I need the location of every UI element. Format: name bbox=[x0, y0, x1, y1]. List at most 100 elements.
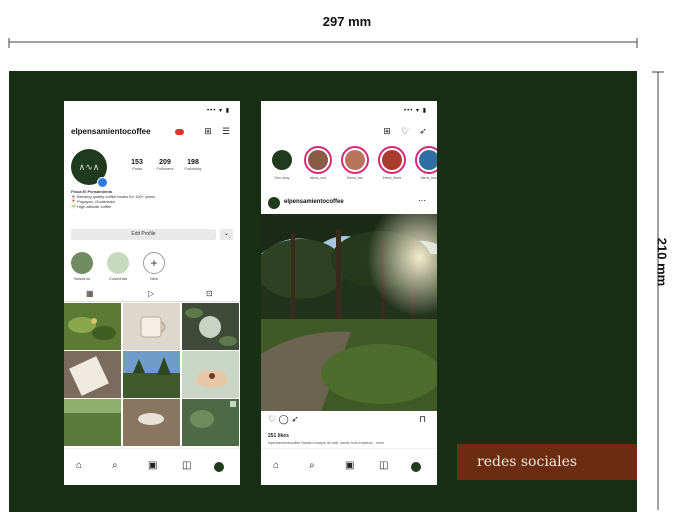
status-bar: ••• ▾ ▮ bbox=[404, 108, 427, 114]
bookmark-icon[interactable]: ⊓ bbox=[419, 414, 426, 425]
edit-profile-button[interactable]: Edit Profile bbox=[71, 229, 216, 240]
reels-icon[interactable]: ▣ bbox=[345, 460, 354, 471]
width-dimension: 297 mm bbox=[0, 0, 694, 50]
story-label: friend_three bbox=[382, 176, 402, 180]
stat-followers-label: Followers bbox=[156, 166, 174, 171]
story-avatar bbox=[419, 150, 437, 170]
story-ring bbox=[415, 146, 437, 174]
stat-following-value: 198 bbox=[187, 159, 199, 166]
status-bar: ••• ▾ ▮ bbox=[207, 108, 230, 114]
highlight-new[interactable]: + New bbox=[142, 252, 166, 281]
stat-followers[interactable]: 209 Followers bbox=[151, 159, 179, 171]
tagged-icon[interactable]: ⊡ bbox=[206, 289, 213, 298]
story-ring bbox=[378, 146, 406, 174]
story-avatar bbox=[382, 150, 402, 170]
post-username[interactable]: elpensamientocoffee bbox=[284, 199, 344, 205]
bio-line: 🌱 High altitude coffee bbox=[71, 204, 112, 209]
grid-icon[interactable]: ▦ bbox=[86, 289, 94, 298]
send-icon[interactable]: ➶ bbox=[291, 414, 299, 424]
home-icon[interactable]: ⌂ bbox=[273, 460, 279, 471]
grid-post-mug[interactable] bbox=[123, 303, 180, 350]
stat-posts-value: 153 bbox=[131, 159, 143, 166]
feed-phone-screen: ••• ▾ ▮ ⊞ ♡ ➶ Your story friend_one frie… bbox=[261, 101, 437, 485]
post-caption: elpensamientocoffee Nuestro bosque de ca… bbox=[268, 441, 384, 445]
profile-icon[interactable] bbox=[411, 462, 421, 472]
send-icon[interactable]: ➶ bbox=[418, 126, 428, 136]
grid-post-cup[interactable] bbox=[123, 399, 180, 446]
post-avatar[interactable] bbox=[268, 197, 280, 209]
story-label: friend_two bbox=[346, 176, 364, 180]
story-label: friend_one bbox=[309, 176, 327, 180]
reels-icon[interactable]: ▷ bbox=[148, 289, 154, 298]
post-photo-forest[interactable] bbox=[261, 214, 437, 411]
add-story-icon[interactable] bbox=[97, 177, 108, 188]
highlight-cover bbox=[107, 252, 129, 274]
highlight-label: Cosechas bbox=[109, 276, 127, 281]
home-icon[interactable]: ⌂ bbox=[76, 460, 82, 471]
post-grid bbox=[64, 303, 240, 447]
story-label: friend_four bbox=[420, 176, 437, 180]
more-options-icon[interactable]: ⋯ bbox=[418, 196, 426, 205]
section-label: redes sociales bbox=[477, 454, 578, 470]
highlight-label: Nosotros bbox=[73, 276, 90, 281]
post-actions: ♡ ◯ ➶ bbox=[268, 414, 299, 425]
grid-post-forest[interactable] bbox=[123, 351, 180, 398]
highlight-label: New bbox=[149, 276, 158, 281]
story-avatar bbox=[308, 150, 328, 170]
stat-posts[interactable]: 153 Posts bbox=[123, 159, 151, 171]
stat-followers-value: 209 bbox=[159, 159, 171, 166]
post-likes[interactable]: 251 likes bbox=[268, 433, 289, 439]
story-ring bbox=[268, 146, 296, 174]
stat-posts-label: Posts bbox=[131, 166, 142, 171]
plus-icon: + bbox=[143, 252, 165, 274]
stat-following[interactable]: 198 Following bbox=[179, 159, 207, 171]
shop-icon[interactable]: ◫ bbox=[182, 460, 191, 471]
highlight-cosechas[interactable]: Cosechas bbox=[106, 252, 130, 281]
grid-post-field[interactable] bbox=[64, 399, 121, 446]
bottom-nav: ⌂ ⌕ ▣ ◫ bbox=[261, 448, 437, 485]
bottom-nav: ⌂ ⌕ ▣ ◫ bbox=[64, 448, 240, 485]
height-dimension bbox=[646, 70, 694, 512]
shop-icon[interactable]: ◫ bbox=[379, 460, 388, 471]
comment-icon[interactable]: ◯ bbox=[279, 414, 289, 424]
grid-post-paper-bag[interactable] bbox=[64, 351, 121, 398]
section-label-box: redes sociales bbox=[457, 444, 637, 480]
grid-post-leaves[interactable] bbox=[182, 303, 239, 350]
story-label: Your story bbox=[274, 176, 290, 180]
width-dimension-line bbox=[8, 38, 638, 48]
heart-icon[interactable]: ♡ bbox=[400, 126, 410, 136]
grid-post-hands[interactable] bbox=[182, 351, 239, 398]
avatar-logo: ∧∿∧ bbox=[78, 162, 100, 172]
profile-bio: Finca El Pensamiento ☕ Brewing quality c… bbox=[71, 189, 231, 209]
story-item[interactable]: friend_four bbox=[415, 146, 437, 180]
story-item[interactable]: friend_one bbox=[304, 146, 332, 180]
story-ring bbox=[341, 146, 369, 174]
menu-icon[interactable]: ☰ bbox=[221, 126, 231, 136]
grid-post-foliage[interactable] bbox=[182, 399, 239, 446]
profile-icon[interactable] bbox=[214, 462, 224, 472]
discover-people-button[interactable]: ⌄ bbox=[220, 229, 233, 240]
height-dimension-label: 210 mm bbox=[654, 237, 670, 287]
profile-username[interactable]: elpensamientocoffee bbox=[71, 127, 151, 136]
story-item[interactable]: friend_two bbox=[341, 146, 369, 180]
height-dimension-line bbox=[652, 71, 664, 510]
story-ring bbox=[304, 146, 332, 174]
plus-square-icon[interactable]: ⊞ bbox=[203, 126, 213, 136]
notification-badge bbox=[175, 129, 184, 135]
heart-icon[interactable]: ♡ bbox=[268, 414, 276, 424]
search-icon[interactable]: ⌕ bbox=[112, 460, 118, 471]
story-avatar bbox=[345, 150, 365, 170]
highlight-nosotros[interactable]: Nosotros bbox=[70, 252, 94, 281]
stat-following-label: Following bbox=[184, 166, 202, 171]
story-item[interactable]: friend_three bbox=[378, 146, 406, 180]
story-avatar bbox=[272, 150, 292, 170]
highlight-cover bbox=[71, 252, 93, 274]
profile-phone-screen: ••• ▾ ▮ elpensamientocoffee ⊞ ☰ ∧∿∧ 153 … bbox=[64, 101, 240, 485]
plus-square-icon[interactable]: ⊞ bbox=[382, 126, 392, 136]
post-header: elpensamientocoffee ⋯ bbox=[268, 196, 428, 210]
profile-tabs: ▦ ▷ ⊡ bbox=[64, 287, 240, 302]
search-icon[interactable]: ⌕ bbox=[309, 460, 315, 471]
reels-icon[interactable]: ▣ bbox=[148, 460, 157, 471]
story-own[interactable]: Your story bbox=[268, 146, 296, 180]
grid-post-coffee-plant[interactable] bbox=[64, 303, 121, 350]
